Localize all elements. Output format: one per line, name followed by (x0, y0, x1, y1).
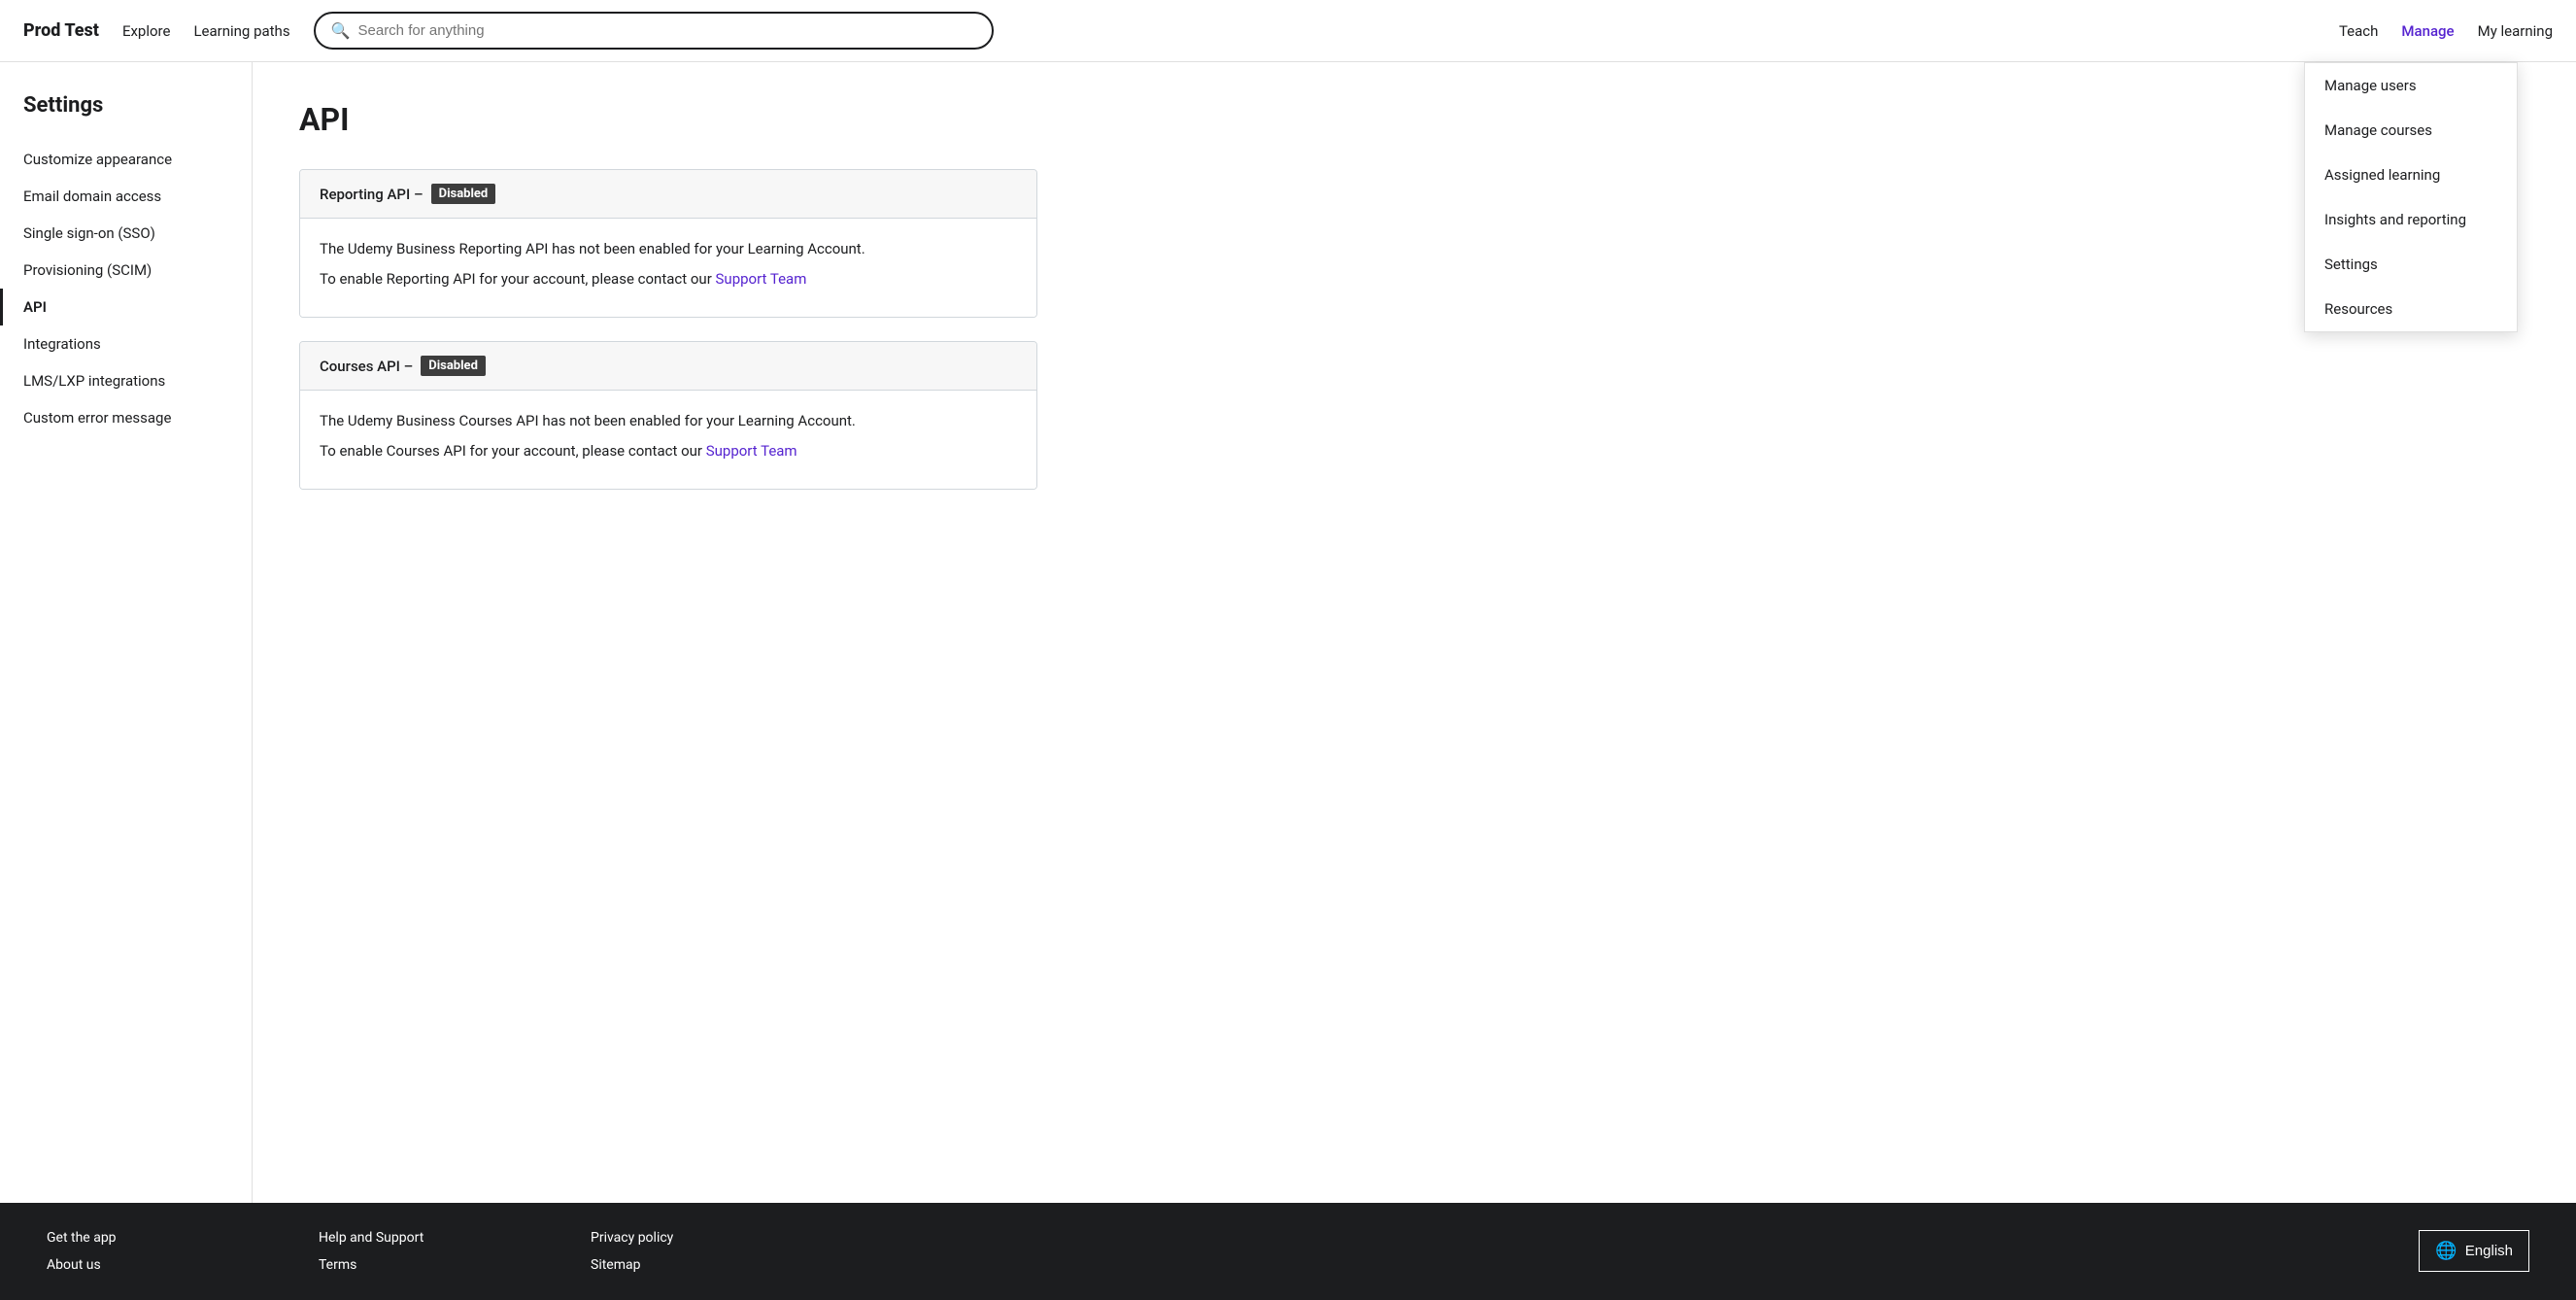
footer-col-2: Help and Support Terms (319, 1230, 513, 1273)
nav-teach[interactable]: Teach (2339, 22, 2378, 40)
language-button[interactable]: 🌐 English (2419, 1230, 2529, 1272)
footer-sitemap[interactable]: Sitemap (591, 1257, 785, 1273)
sidebar-item-email-domain[interactable]: Email domain access (0, 178, 252, 215)
sidebar: Settings Customize appearance Email doma… (0, 62, 253, 1203)
footer-right: 🌐 English (2419, 1230, 2529, 1272)
language-label: English (2465, 1243, 2513, 1259)
reporting-api-label: Reporting API – (320, 186, 424, 203)
nav-explore[interactable]: Explore (122, 22, 171, 40)
courses-api-card: Courses API – Disabled The Udemy Busines… (299, 341, 1037, 490)
reporting-api-badge: Disabled (431, 184, 496, 204)
dropdown-resources[interactable]: Resources (2305, 287, 2517, 331)
footer-terms[interactable]: Terms (319, 1257, 513, 1273)
manage-dropdown: Manage users Manage courses Assigned lea… (2304, 62, 2518, 332)
sidebar-item-api[interactable]: API (0, 289, 252, 325)
sidebar-item-integrations[interactable]: Integrations (0, 325, 252, 362)
nav-learning-paths[interactable]: Learning paths (193, 22, 289, 40)
footer-col-3: Privacy policy Sitemap (591, 1230, 785, 1273)
courses-api-support-link[interactable]: Support Team (706, 442, 797, 460)
reporting-api-support-link[interactable]: Support Team (716, 270, 807, 288)
page-body: Settings Customize appearance Email doma… (0, 62, 2576, 1203)
reporting-api-header: Reporting API – Disabled (300, 170, 1036, 219)
sidebar-item-lms[interactable]: LMS/LXP integrations (0, 362, 252, 399)
dropdown-manage-users[interactable]: Manage users (2305, 63, 2517, 108)
sidebar-item-scim[interactable]: Provisioning (SCIM) (0, 252, 252, 289)
dropdown-insights[interactable]: Insights and reporting (2305, 197, 2517, 242)
courses-api-badge: Disabled (421, 356, 486, 376)
courses-api-body: The Udemy Business Courses API has not b… (300, 391, 1036, 489)
dropdown-assigned-learning[interactable]: Assigned learning (2305, 153, 2517, 197)
sidebar-item-error-msg[interactable]: Custom error message (0, 399, 252, 436)
header-right: Teach Manage My learning (2339, 22, 2553, 40)
reporting-api-card: Reporting API – Disabled The Udemy Busin… (299, 169, 1037, 318)
nav-manage[interactable]: Manage (2401, 22, 2454, 40)
footer-col-1: Get the app About us (47, 1230, 241, 1273)
header: Prod Test Explore Learning paths 🔍 Teach… (0, 0, 2576, 62)
dropdown-settings[interactable]: Settings (2305, 242, 2517, 287)
sidebar-item-sso[interactable]: Single sign-on (SSO) (0, 215, 252, 252)
nav-my-learning[interactable]: My learning (2478, 22, 2553, 40)
search-icon: 🔍 (331, 21, 351, 40)
footer-help[interactable]: Help and Support (319, 1230, 513, 1246)
reporting-api-text2: To enable Reporting API for your account… (320, 268, 1017, 291)
courses-api-header: Courses API – Disabled (300, 342, 1036, 391)
search-bar[interactable]: 🔍 (314, 12, 994, 50)
footer-about-us[interactable]: About us (47, 1257, 241, 1273)
footer: Get the app About us Help and Support Te… (0, 1203, 2576, 1300)
reporting-api-text1: The Udemy Business Reporting API has not… (320, 238, 1017, 260)
page-title: API (299, 101, 2529, 138)
sidebar-title: Settings (0, 93, 252, 141)
courses-api-label: Courses API – (320, 358, 413, 375)
footer-get-app[interactable]: Get the app (47, 1230, 241, 1246)
courses-api-text1: The Udemy Business Courses API has not b… (320, 410, 1017, 432)
sidebar-item-customize[interactable]: Customize appearance (0, 141, 252, 178)
main-nav: Explore Learning paths (122, 22, 290, 40)
courses-api-text2: To enable Courses API for your account, … (320, 440, 1017, 462)
dropdown-manage-courses[interactable]: Manage courses (2305, 108, 2517, 153)
reporting-api-body: The Udemy Business Reporting API has not… (300, 219, 1036, 317)
main-content: API Reporting API – Disabled The Udemy B… (253, 62, 2576, 1203)
globe-icon: 🌐 (2435, 1241, 2457, 1261)
search-input[interactable] (358, 22, 976, 39)
footer-privacy[interactable]: Privacy policy (591, 1230, 785, 1246)
logo[interactable]: Prod Test (23, 20, 99, 41)
